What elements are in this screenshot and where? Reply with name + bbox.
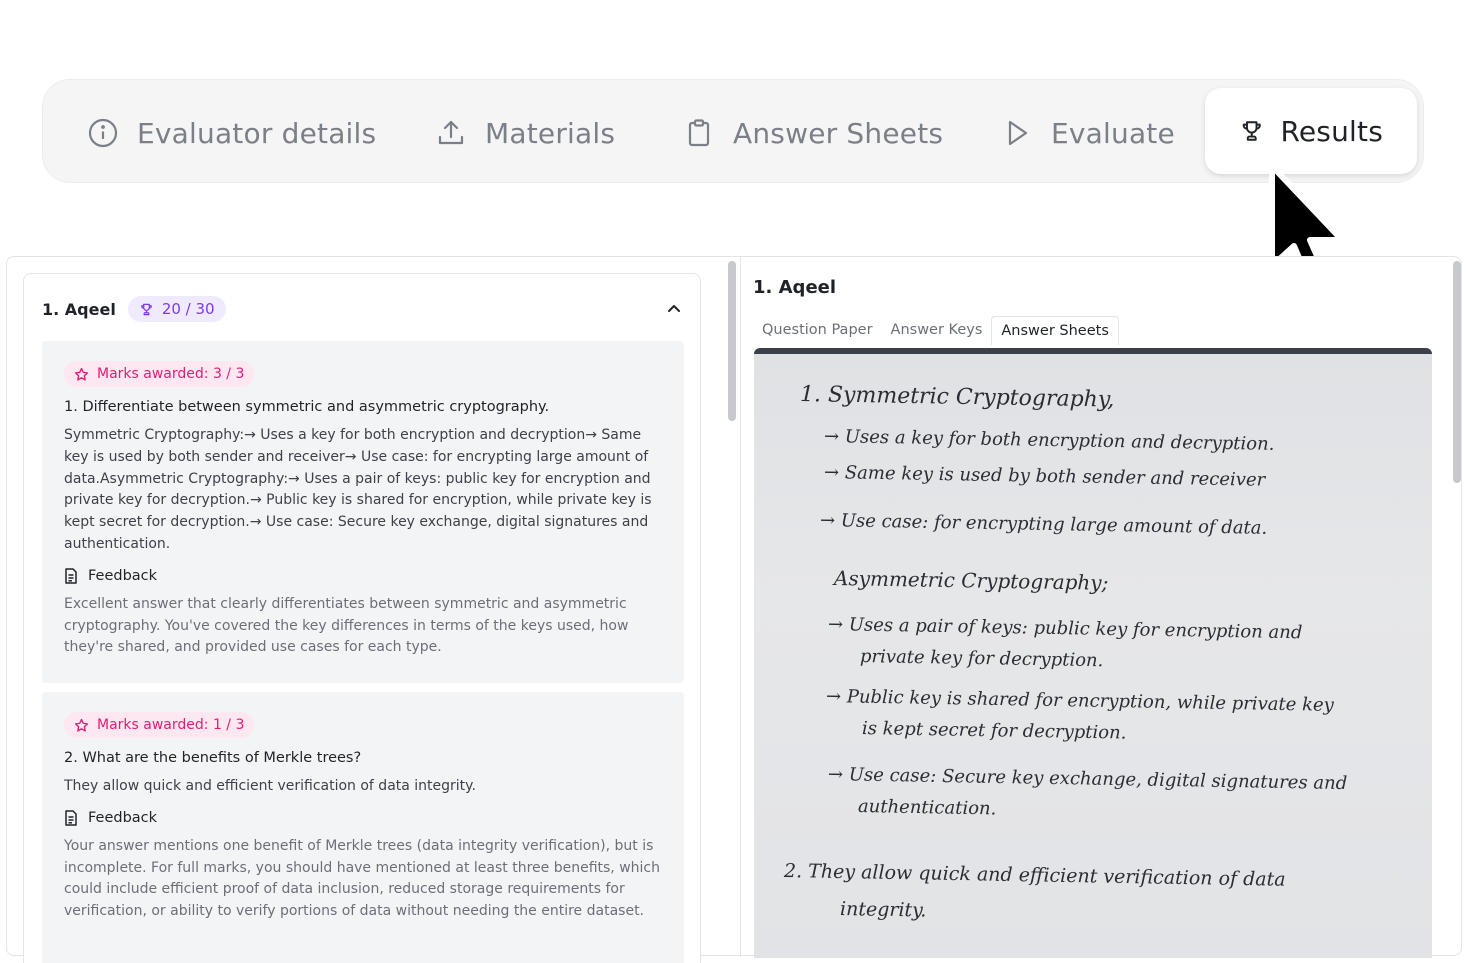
tab-answer-sheets-view[interactable]: Answer Sheets — [991, 315, 1119, 345]
tab-label: Answer Sheets — [733, 116, 944, 150]
handwritten-line: → Use case: for encrypting large amount … — [819, 510, 1268, 539]
pane-divider — [740, 257, 741, 957]
handwritten-line: is kept secret for decryption. — [861, 718, 1127, 744]
document-icon — [65, 568, 77, 584]
student-answer: Symmetric Cryptography:→ Uses a key for … — [64, 427, 652, 552]
tab-evaluator-details[interactable]: Evaluator details — [87, 90, 376, 176]
results-panel: 1. Aqeel 20 / 30 Marks awarded: 3 / 3 1.… — [6, 256, 1462, 963]
handwritten-line: authentication. — [857, 796, 997, 820]
answer-sheet-image: 1. Symmetric Cryptography, → Uses a key … — [754, 348, 1432, 958]
tab-evaluate[interactable]: Evaluate — [1001, 90, 1175, 176]
star-icon — [74, 718, 89, 732]
document-tabs: Question Paper Answer Keys Answer Sheets — [753, 313, 1119, 347]
trophy-icon — [140, 303, 152, 315]
student-results-list[interactable]: 1. Aqeel 20 / 30 Marks awarded: 3 / 3 1.… — [23, 273, 701, 963]
marks-badge: Marks awarded: 1 / 3 — [64, 712, 255, 738]
feedback-label: Feedback — [88, 567, 158, 584]
tab-answer-keys[interactable]: Answer Keys — [882, 316, 992, 344]
handwritten-line: → Same key is used by both sender and re… — [823, 462, 1266, 491]
question-title: 2. What are the benefits of Merkle trees… — [64, 750, 362, 766]
tab-question-paper[interactable]: Question Paper — [753, 316, 882, 344]
answer-sheet-student-name: 1. Aqeel — [753, 277, 837, 298]
star-icon — [74, 367, 89, 381]
student-name: 1. Aqeel — [42, 299, 116, 319]
step-tab-bar: Evaluator details Materials Answer Sheet… — [42, 79, 1424, 183]
handwritten-line: 1. Symmetric Cryptography, — [799, 382, 1115, 413]
tab-label: Evaluator details — [137, 116, 377, 150]
handwritten-line: 2. They allow quick and efficient verifi… — [783, 860, 1286, 891]
left-scrollbar-thumb[interactable] — [728, 261, 736, 421]
student-card-header[interactable]: 1. Aqeel 20 / 30 — [42, 296, 226, 322]
play-icon — [1008, 120, 1028, 146]
marks-text: Marks awarded: 3 / 3 — [97, 366, 245, 382]
question-result: Marks awarded: 1 / 3 2. What are the ben… — [42, 692, 684, 963]
document-icon — [65, 810, 77, 826]
feedback-label: Feedback — [88, 809, 158, 826]
feedback-text: Excellent answer that clearly differenti… — [64, 595, 629, 656]
handwritten-line: → Uses a key for both encryption and dec… — [823, 426, 1275, 455]
handwritten-line: integrity. — [839, 898, 927, 922]
score-value: 20 / 30 — [161, 300, 215, 318]
chevron-up-icon[interactable] — [666, 300, 682, 316]
upload-icon — [438, 120, 464, 145]
feedback-text: Your answer mentions one benefit of Merk… — [64, 837, 660, 920]
clipboard-icon — [688, 119, 710, 147]
question-result: Marks awarded: 3 / 3 1. Differentiate be… — [42, 341, 684, 683]
handwritten-line: → Public key is shared for encryption, w… — [825, 686, 1335, 716]
tab-materials[interactable]: Materials — [435, 90, 615, 176]
marks-badge: Marks awarded: 3 / 3 — [64, 361, 255, 387]
handwritten-line: private key for decryption. — [859, 646, 1104, 672]
marks-text: Marks awarded: 1 / 3 — [97, 717, 245, 733]
question-title: 1. Differentiate between symmetric and a… — [64, 399, 550, 415]
info-icon — [88, 118, 118, 148]
right-scrollbar-thumb[interactable] — [1453, 261, 1461, 483]
handwritten-line: → Use case: Secure key exchange, digital… — [827, 764, 1348, 795]
student-card: 1. Aqeel 20 / 30 Marks awarded: 3 / 3 1.… — [23, 273, 701, 963]
feedback-heading: Feedback — [64, 806, 662, 830]
handwritten-line: Asymmetric Cryptography; — [833, 566, 1109, 595]
handwritten-line: → Uses a pair of keys: public key for en… — [827, 614, 1303, 644]
tab-answer-sheets[interactable]: Answer Sheets — [683, 90, 943, 176]
tab-label: Materials — [485, 116, 616, 150]
trophy-icon — [1242, 121, 1261, 141]
feedback-heading: Feedback — [64, 564, 662, 588]
tab-label: Results — [1280, 114, 1383, 148]
student-answer: They allow quick and efficient verificat… — [64, 778, 476, 794]
score-badge: 20 / 30 — [127, 296, 226, 322]
tab-label: Evaluate — [1051, 116, 1175, 150]
